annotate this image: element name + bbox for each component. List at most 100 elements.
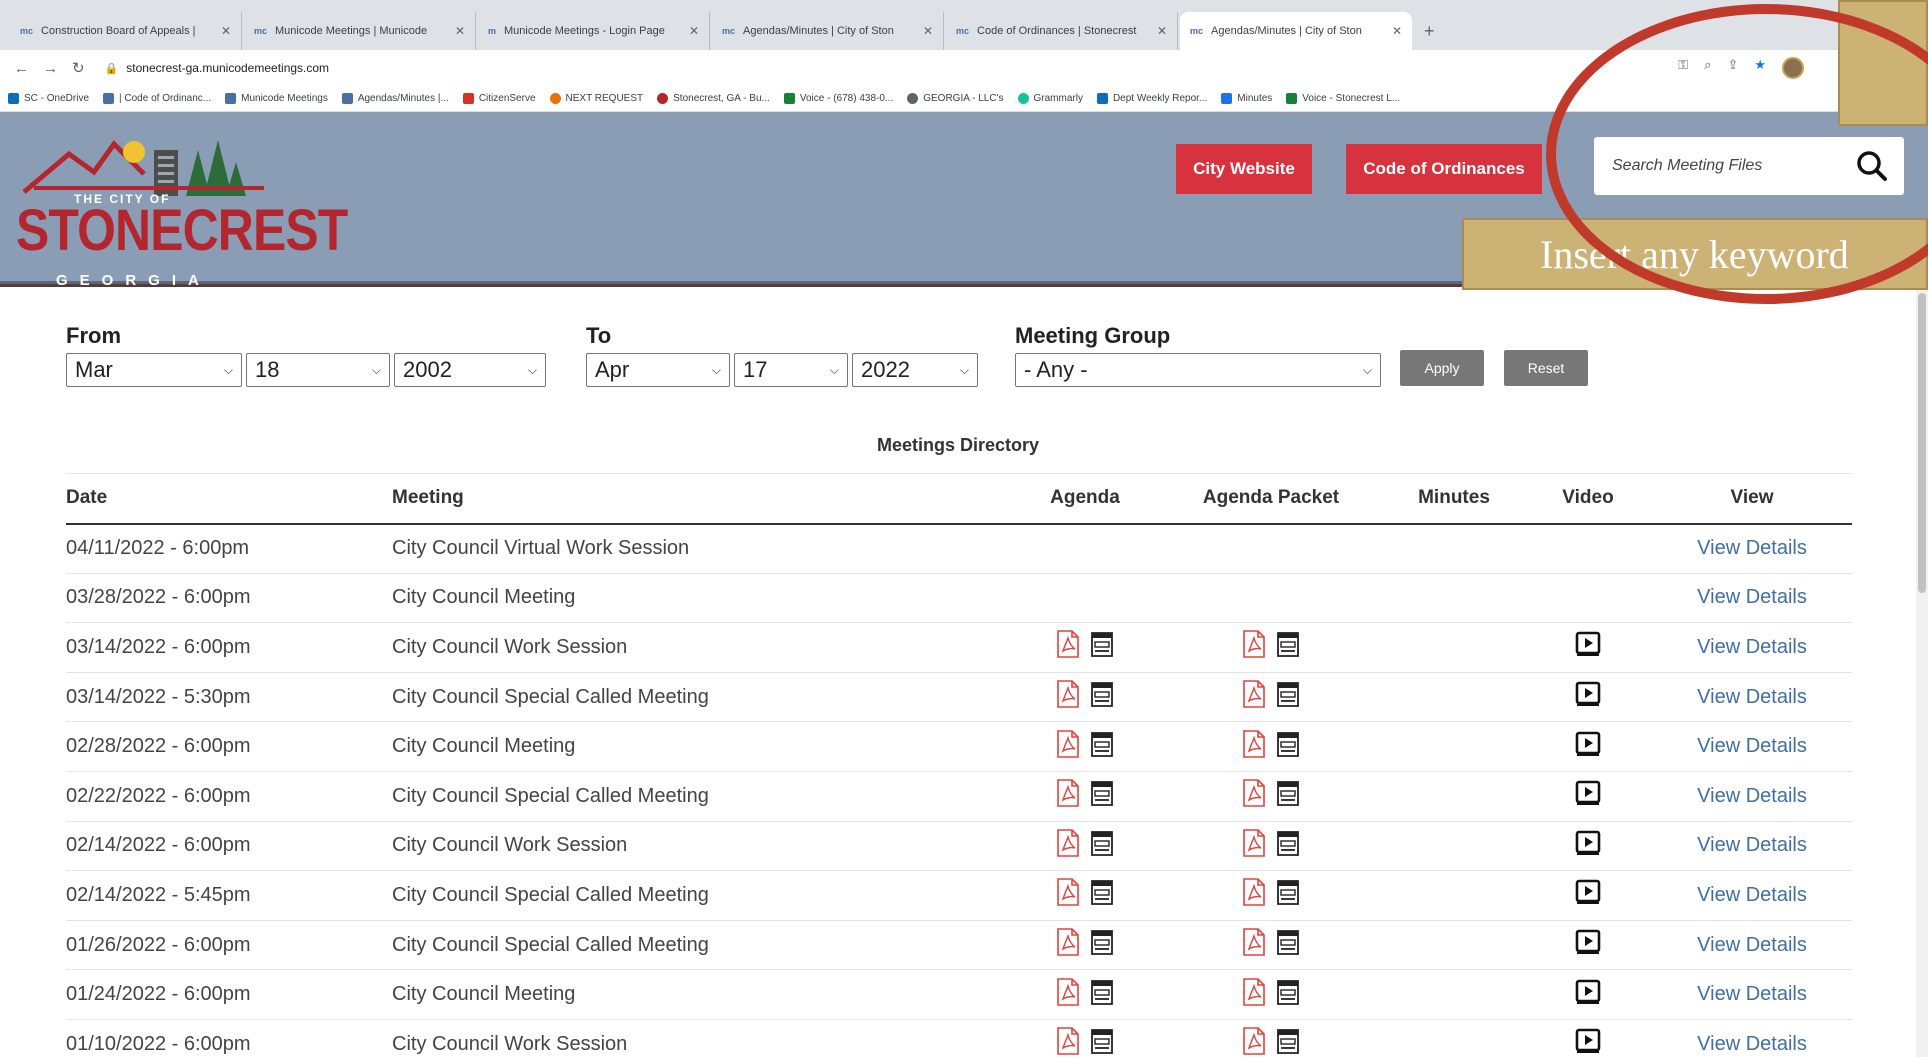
pdf-icon[interactable] <box>1055 729 1081 758</box>
video-play-icon[interactable] <box>1575 681 1601 707</box>
html-document-icon[interactable] <box>1275 680 1301 708</box>
bookmark-item[interactable]: Dept Weekly Repor... <box>1096 93 1207 104</box>
browser-tab[interactable]: mc Municode Meetings | Municode ✕ <box>244 12 476 50</box>
html-document-icon[interactable] <box>1089 978 1115 1006</box>
bookmark-item[interactable]: Voice - Stonecrest L... <box>1286 93 1400 104</box>
from-day-select[interactable]: 18 ⌵ <box>246 353 390 387</box>
tab-close-icon[interactable]: ✕ <box>221 24 231 38</box>
pdf-icon[interactable] <box>1241 878 1267 907</box>
pdf-icon[interactable] <box>1055 680 1081 708</box>
bookmark-item[interactable]: NEXT REQUEST <box>549 93 643 104</box>
view-details-link[interactable]: View Details <box>1652 622 1852 673</box>
view-details-link[interactable]: View Details <box>1652 573 1852 624</box>
browser-tab[interactable]: mc Code of Ordinances | Stonecrest ✕ <box>946 12 1178 50</box>
back-arrow-icon[interactable]: ← <box>14 60 29 77</box>
html-document-icon[interactable] <box>1275 978 1301 1006</box>
view-details-link[interactable]: View Details <box>1652 672 1852 723</box>
pdf-icon[interactable] <box>1055 829 1081 857</box>
view-details-link[interactable]: View Details <box>1652 821 1852 872</box>
html-document-icon[interactable] <box>1089 680 1115 708</box>
from-year-select[interactable]: 2002 ⌵ <box>394 353 546 387</box>
video-play-icon[interactable] <box>1575 631 1601 657</box>
pdf-icon[interactable] <box>1055 928 1081 956</box>
code-of-ordinances-button[interactable]: Code of Ordinances <box>1346 144 1542 194</box>
pdf-icon[interactable] <box>1241 829 1267 857</box>
browser-tab[interactable]: m Municode Meetings - Login Page ✕ <box>478 12 710 50</box>
reload-icon[interactable]: ↻ <box>72 59 85 77</box>
stonecrest-logo[interactable]: THE CITY OF STONECREST GEORGIA <box>14 124 348 294</box>
browser-tab[interactable]: mc Construction Board of Appeals | ✕ <box>10 12 242 50</box>
scrollbar-thumb[interactable] <box>1918 293 1926 593</box>
pdf-icon[interactable] <box>1241 779 1267 808</box>
video-play-icon[interactable] <box>1575 929 1601 955</box>
bookmark-item[interactable]: Municode Meetings <box>225 93 328 104</box>
html-document-icon[interactable] <box>1275 779 1301 807</box>
pdf-icon[interactable] <box>1055 779 1081 808</box>
video-play-icon[interactable] <box>1575 979 1601 1005</box>
browser-tab-active[interactable]: mc Agendas/Minutes | City of Ston ✕ <box>1180 12 1412 50</box>
html-document-icon[interactable] <box>1089 878 1115 906</box>
new-tab-plus-icon[interactable]: + <box>1414 21 1445 50</box>
pdf-icon[interactable] <box>1055 1027 1081 1056</box>
view-details-link[interactable]: View Details <box>1652 969 1852 1020</box>
html-document-icon[interactable] <box>1275 630 1301 658</box>
meeting-group-select[interactable]: - Any - ⌵ <box>1015 353 1381 387</box>
page-scrollbar[interactable] <box>1916 287 1928 1057</box>
tab-close-icon[interactable]: ✕ <box>1392 24 1402 38</box>
reset-button[interactable]: Reset <box>1504 350 1588 386</box>
pdf-icon[interactable] <box>1241 729 1267 758</box>
html-document-icon[interactable] <box>1275 730 1301 758</box>
tab-close-icon[interactable]: ✕ <box>689 24 699 38</box>
pdf-icon[interactable] <box>1055 878 1081 907</box>
video-play-icon[interactable] <box>1575 780 1601 806</box>
bookmark-item[interactable]: Stonecrest, GA - Bu... <box>657 93 770 104</box>
address-bar[interactable]: 🔒 stonecrest-ga.municodemeetings.com <box>99 55 1665 81</box>
view-details-link[interactable]: View Details <box>1652 771 1852 822</box>
bookmark-item[interactable]: Voice - (678) 438-0... <box>783 93 893 104</box>
html-document-icon[interactable] <box>1089 779 1115 807</box>
to-month-select[interactable]: Apr ⌵ <box>586 353 730 387</box>
pdf-icon[interactable] <box>1241 1027 1267 1056</box>
html-document-icon[interactable] <box>1089 928 1115 956</box>
html-document-icon[interactable] <box>1089 829 1115 857</box>
apply-button[interactable]: Apply <box>1400 350 1484 386</box>
pdf-icon[interactable] <box>1241 977 1267 1006</box>
forward-arrow-icon[interactable]: → <box>43 60 58 77</box>
video-play-icon[interactable] <box>1575 1028 1601 1054</box>
pdf-icon[interactable] <box>1241 928 1267 956</box>
tab-close-icon[interactable]: ✕ <box>923 24 933 38</box>
tab-close-icon[interactable]: ✕ <box>1157 24 1167 38</box>
view-details-link[interactable]: View Details <box>1652 721 1852 772</box>
to-year-select[interactable]: 2022 ⌵ <box>852 353 978 387</box>
city-website-button[interactable]: City Website <box>1176 144 1312 194</box>
html-document-icon[interactable] <box>1089 1027 1115 1055</box>
pdf-icon[interactable] <box>1241 680 1267 708</box>
video-play-icon[interactable] <box>1575 879 1601 905</box>
view-details-link[interactable]: View Details <box>1652 1019 1852 1057</box>
browser-tab[interactable]: mc Agendas/Minutes | City of Ston ✕ <box>712 12 944 50</box>
view-details-link[interactable]: View Details <box>1652 523 1852 574</box>
bookmark-item[interactable]: GEORGIA - LLC's <box>907 93 1004 104</box>
tab-close-icon[interactable]: ✕ <box>455 24 465 38</box>
bookmark-item[interactable]: | Code of Ordinanc... <box>103 93 211 104</box>
bookmark-item[interactable]: Agendas/Minutes |... <box>341 93 449 104</box>
from-month-select[interactable]: Mar ⌵ <box>66 353 242 387</box>
video-play-icon[interactable] <box>1575 731 1601 757</box>
to-day-select[interactable]: 17 ⌵ <box>734 353 848 387</box>
bookmark-item[interactable]: Grammarly <box>1017 93 1083 104</box>
pdf-icon[interactable] <box>1055 977 1081 1006</box>
html-document-icon[interactable] <box>1089 730 1115 758</box>
html-document-icon[interactable] <box>1275 928 1301 956</box>
bookmark-item[interactable]: Minutes <box>1221 93 1272 104</box>
html-document-icon[interactable] <box>1275 1027 1301 1055</box>
html-document-icon[interactable] <box>1275 878 1301 906</box>
view-details-link[interactable]: View Details <box>1652 920 1852 971</box>
view-details-link[interactable]: View Details <box>1652 870 1852 921</box>
bookmark-item[interactable]: CitizenServe <box>462 93 536 104</box>
pdf-icon[interactable] <box>1055 630 1081 659</box>
pdf-icon[interactable] <box>1241 630 1267 659</box>
bookmark-item[interactable]: SC - OneDrive <box>8 93 89 104</box>
video-play-icon[interactable] <box>1575 830 1601 856</box>
html-document-icon[interactable] <box>1089 630 1115 658</box>
html-document-icon[interactable] <box>1275 829 1301 857</box>
